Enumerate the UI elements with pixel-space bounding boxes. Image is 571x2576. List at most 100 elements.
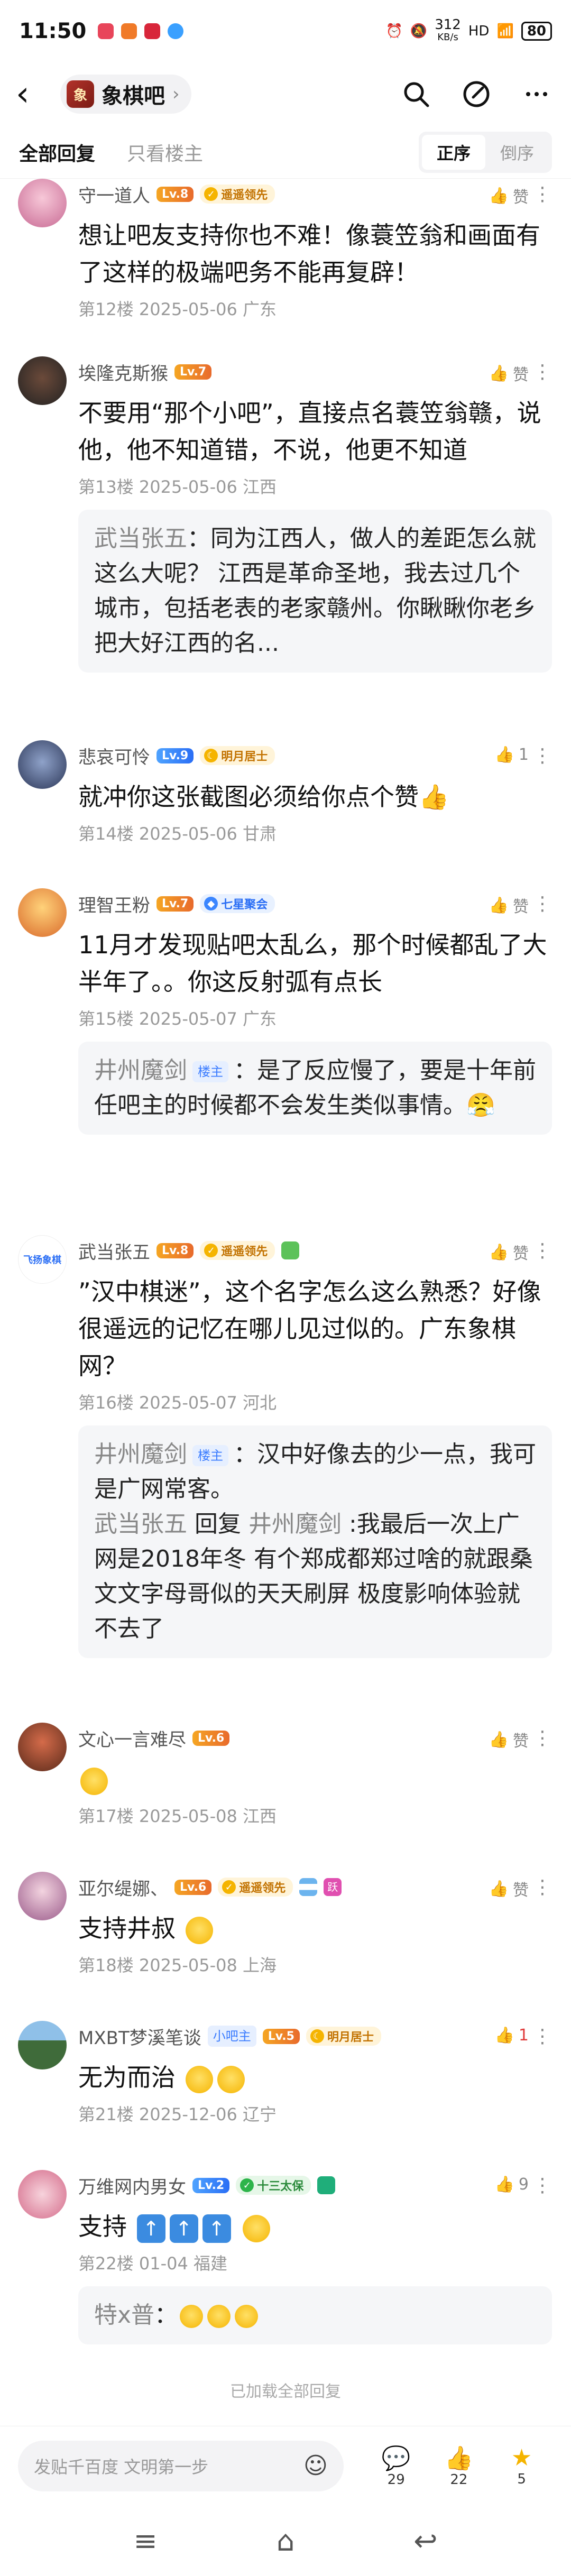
more-icon[interactable]: ⋮ — [533, 185, 552, 204]
more-icon[interactable]: ⋮ — [533, 2027, 552, 2046]
sort-asc-button[interactable]: 正序 — [421, 134, 485, 170]
like-button[interactable]: 👍 9 — [495, 2175, 529, 2194]
title-tag: ☾ 明月居士 — [306, 2027, 381, 2046]
like-button[interactable]: 👍 赞 — [489, 362, 529, 385]
username[interactable]: 悲哀可怜 — [78, 743, 150, 769]
reply-text: 不要用“那个小吧”，直接点名蓑笠翁赣，说他，他不知道错，不说，他更不知道 — [78, 399, 541, 464]
smile-emoji-icon — [80, 1767, 108, 1795]
favorite-button[interactable]: ★ 5 — [490, 2444, 553, 2487]
username[interactable]: MXBT梦溪笔谈 — [78, 2023, 201, 2049]
like-post-button[interactable]: 👍 22 — [428, 2444, 491, 2488]
alarm-icon: ⏰ — [385, 23, 403, 39]
username[interactable]: 守一道人 — [78, 181, 150, 207]
emoji-icon[interactable]: ☺ — [303, 2452, 328, 2479]
more-icon[interactable]: ⋮ — [533, 895, 552, 914]
forum-entry[interactable]: 象 象棋吧 › — [60, 75, 191, 114]
like-button[interactable]: 👍 1 — [495, 2026, 529, 2045]
tab-all-replies[interactable]: 全部回复 — [19, 139, 95, 166]
avatar[interactable] — [18, 2021, 67, 2069]
tab-op-only[interactable]: 只看楼主 — [127, 139, 203, 166]
reply-word: 回复 — [195, 1511, 241, 1538]
battery-icon: 80 — [521, 22, 552, 41]
avatar[interactable] — [18, 356, 67, 405]
reply-meta: 第15楼 2025-05-07 广东 — [78, 1009, 277, 1029]
status-right: ⏰ 🔕 312 KB/s HD 📶 80 — [385, 18, 552, 44]
thumbs-up-icon: 👍 — [494, 2175, 514, 2194]
username[interactable]: 文心一言难尽 — [78, 1725, 186, 1751]
sort-desc-button[interactable]: 倒序 — [485, 135, 549, 170]
favorites-count: 5 — [517, 2471, 526, 2487]
sub-reply-text: ： — [154, 2302, 178, 2329]
excited-emoji-icon — [243, 2214, 271, 2242]
more-icon[interactable]: ⋮ — [533, 747, 552, 766]
reply-text: 支持 ↑ ↑ ↑ — [78, 2208, 554, 2245]
avatar[interactable] — [18, 740, 67, 789]
back-icon[interactable]: ↩ — [413, 2524, 437, 2557]
sub-reply-box[interactable]: 武当张五：同为江西人，做人的差距怎么就这么大呢？ 江西是革命圣地，我去过几个城市… — [78, 510, 552, 673]
signal-icon: 📶 — [496, 23, 514, 39]
forum-name: 象棋吧 — [102, 84, 165, 108]
title-tag: ✓ 遥遥领先 — [218, 1878, 293, 1897]
like-button[interactable]: 👍 赞 — [489, 1728, 529, 1751]
like-button[interactable]: 👍 赞 — [489, 894, 529, 917]
reply-meta: 第14楼 2025-05-06 甘肃 — [78, 824, 277, 844]
sub-reply-target[interactable]: 井州魔剑 — [248, 1511, 342, 1538]
like-button[interactable]: 👍 1 — [495, 746, 529, 764]
like-button[interactable]: 👍 赞 — [489, 1877, 529, 1900]
angry-emoji-icon — [185, 2065, 213, 2093]
medal-icon: 跃 — [324, 1878, 342, 1896]
smile-emoji-icon — [235, 2305, 259, 2328]
sort-toggle: 正序 倒序 — [418, 131, 552, 173]
comment-input[interactable]: 发贴千百度 文明第一步 ☺ — [18, 2440, 344, 2491]
host-badge: 楼主 — [192, 1445, 228, 1466]
sub-reply-user[interactable]: 特x普 — [94, 2302, 154, 2329]
edit-icon[interactable] — [458, 76, 495, 113]
reply-meta: 第16楼 2025-05-07 河北 — [78, 1393, 277, 1413]
like-button[interactable]: 👍 赞 — [489, 1240, 529, 1264]
more-icon[interactable]: ⋮ — [533, 2176, 552, 2195]
sub-reply-box[interactable]: 井州魔剑 楼主 ：汉中好像去的少一点，我可是广网常客。 武当张五 回复 井州魔剑 :… — [78, 1425, 552, 1658]
sub-reply-user[interactable]: 井州魔剑 — [94, 1441, 187, 1468]
grin-emoji-icon — [185, 1916, 213, 1944]
username[interactable]: 埃隆克斯猴 — [78, 359, 168, 385]
shield-icon: ✓ — [240, 2178, 254, 2192]
thumbs-up-icon: 👍 — [489, 186, 509, 205]
reply-meta: 第21楼 2025-12-06 辽宁 — [78, 2104, 277, 2124]
username[interactable]: 理智王粉 — [78, 891, 150, 917]
sub-reply-box[interactable]: 特x普： — [78, 2286, 552, 2344]
sub-reply-user[interactable]: 武当张五 — [94, 525, 187, 552]
sub-reply-box[interactable]: 井州魔剑 楼主 ：是了反应慢了，要是十年前任吧主的时候都不会发生类似事情。😤 — [78, 1042, 552, 1135]
avatar[interactable] — [18, 1723, 67, 1771]
like-button[interactable]: 👍 赞 — [489, 184, 529, 207]
username[interactable]: 万维网内男女 — [78, 2173, 186, 2198]
avatar[interactable] — [18, 179, 67, 227]
reply-text: 支持井叔 — [78, 1910, 554, 1947]
moon-icon: ☾ — [310, 2029, 324, 2043]
host-badge: 楼主 — [192, 1061, 228, 1082]
star-icon: ★ — [511, 2444, 532, 2471]
avatar[interactable] — [18, 888, 67, 937]
more-icon[interactable] — [518, 76, 555, 113]
avatar[interactable] — [18, 1872, 67, 1920]
comments-button[interactable]: 💬 29 — [365, 2444, 428, 2488]
sub-reply-user[interactable]: 井州魔剑 — [94, 1057, 187, 1084]
sub-reply-user[interactable]: 武当张五 — [94, 1511, 187, 1538]
reply-tabs: 全部回复 只看楼主 正序 倒序 — [0, 126, 571, 179]
avatar[interactable] — [18, 2170, 67, 2219]
title-tag: ◆ 七星聚会 — [200, 894, 275, 913]
search-icon[interactable] — [398, 76, 435, 113]
more-icon[interactable]: ⋮ — [533, 1729, 552, 1748]
notification-icons — [98, 23, 184, 39]
menu-icon[interactable]: ≡ — [134, 2524, 158, 2557]
home-icon[interactable]: ⌂ — [277, 2524, 294, 2557]
comment-icon: 💬 — [381, 2444, 411, 2472]
back-arrow-icon[interactable]: ‹ — [16, 75, 53, 114]
coin-icon: ✓ — [222, 1880, 236, 1894]
more-icon[interactable]: ⋮ — [533, 363, 552, 382]
up-arrow-emoji-icon: ↑ — [136, 2214, 165, 2243]
username[interactable]: 亚尔缇娜、 — [78, 1874, 168, 1900]
more-icon[interactable]: ⋮ — [533, 1878, 552, 1897]
username[interactable]: 武当张五 — [78, 1238, 150, 1264]
avatar[interactable]: 飞扬象棋 — [18, 1235, 67, 1284]
more-icon[interactable]: ⋮ — [533, 1241, 552, 1261]
